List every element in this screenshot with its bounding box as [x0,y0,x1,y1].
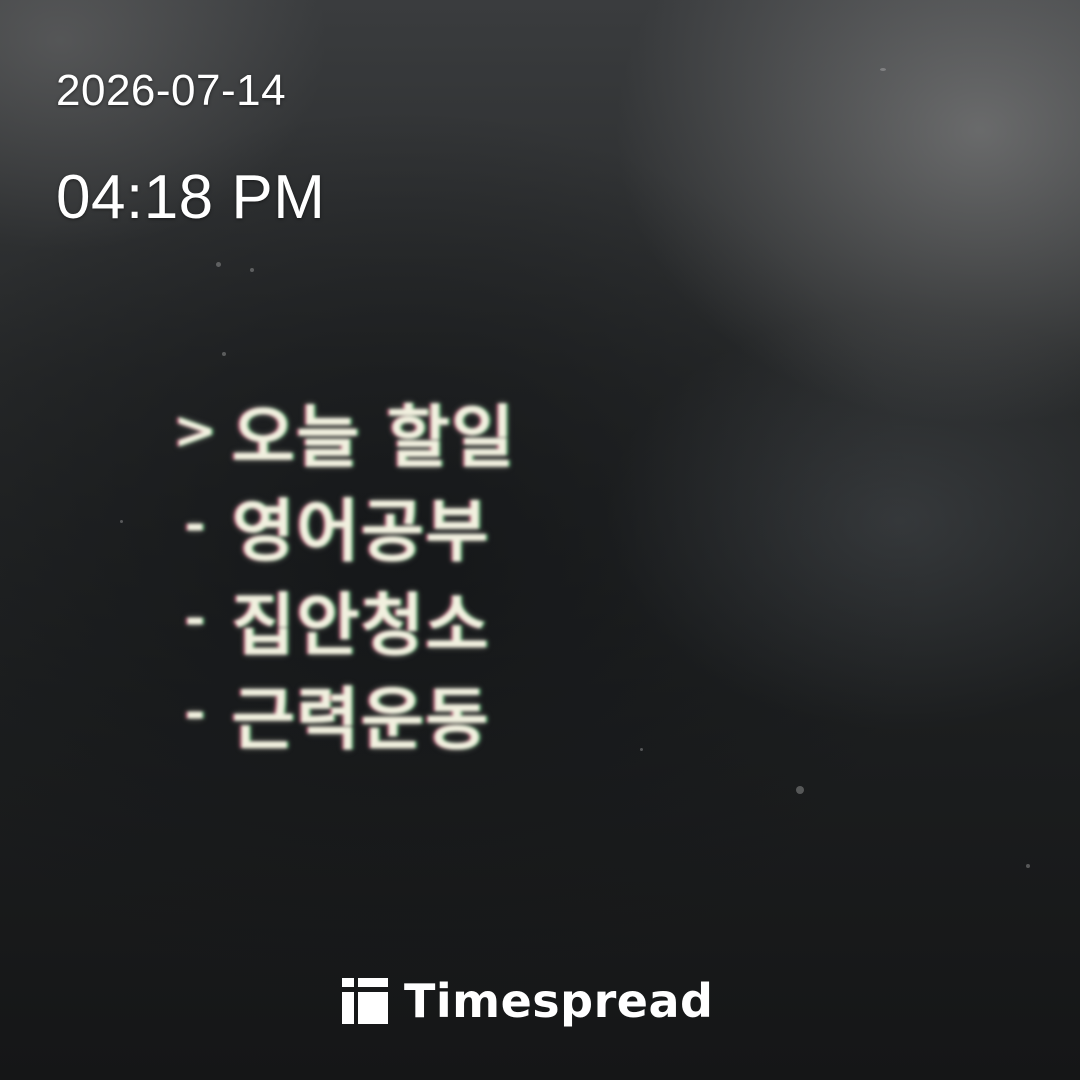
date-stamp: 2026-07-14 [56,66,287,115]
watermark-text: Timespread [404,974,714,1028]
item-bullet: - [185,685,207,741]
dust-speck [222,352,226,356]
todo-item: - 근력운동 [160,666,516,760]
timespread-logo-icon [342,978,388,1024]
dust-speck [640,748,643,751]
dust-speck [250,268,254,272]
item-bullet: - [185,591,207,647]
timespread-watermark: Timespread [342,974,713,1028]
todo-heading: > 오늘 할일 [160,384,516,478]
todo-heading-text: 오늘 할일 [232,398,516,478]
dust-speck [216,262,221,267]
dust-speck [796,786,804,794]
todo-item-text: 집안청소 [232,586,491,666]
todo-item: - 영어공부 [160,478,516,572]
dust-speck [120,520,123,523]
dust-speck [880,68,886,71]
heading-bullet: > [173,401,219,461]
item-bullet: - [185,497,207,553]
screen-todo-list: > 오늘 할일 - 영어공부 - 집안청소 - 근력운동 [160,384,516,760]
photo-background: 2026-07-14 04:18 PM > 오늘 할일 - 영어공부 - 집안청… [0,0,1080,1080]
time-stamp: 04:18 PM [56,163,326,232]
todo-item-text: 영어공부 [232,492,491,572]
todo-item-text: 근력운동 [232,680,491,760]
dust-speck [1026,864,1030,868]
todo-item: - 집안청소 [160,572,516,666]
